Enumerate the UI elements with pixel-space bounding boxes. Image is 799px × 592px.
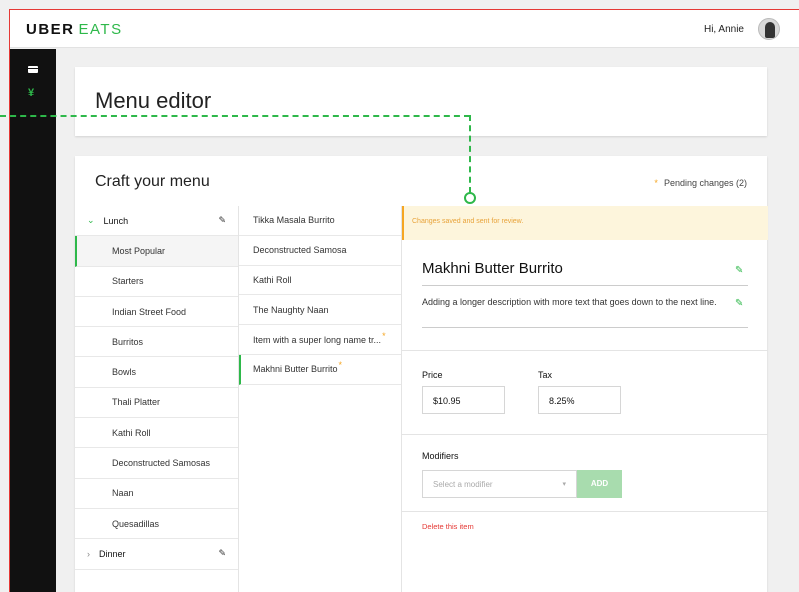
tax-label: Tax: [538, 370, 553, 380]
edit-icon[interactable]: ✎: [735, 298, 743, 309]
price-input[interactable]: $10.95: [422, 386, 505, 414]
divider: [422, 327, 748, 328]
item-detail: Changes saved and sent for review. Makhn…: [402, 206, 768, 592]
divider: [402, 434, 768, 435]
menu-item-selected[interactable]: Makhni Butter Burrito *: [239, 354, 401, 385]
category-item[interactable]: Naan: [75, 479, 238, 509]
fork-knife-icon[interactable]: ¥: [28, 87, 34, 99]
category-item[interactable]: Thali Platter: [75, 388, 238, 419]
menu-item[interactable]: Item with a super long name tr... *: [239, 325, 401, 355]
divider: [402, 511, 768, 512]
add-modifier-button[interactable]: ADD: [577, 470, 622, 498]
category-item[interactable]: Indian Street Food: [75, 297, 238, 328]
category-group-lunch[interactable]: ⌄ Lunch ✎: [75, 206, 238, 237]
chevron-down-icon: ⌄: [87, 215, 95, 226]
category-item[interactable]: Deconstructed Samosas: [75, 448, 238, 479]
status-banner: Changes saved and sent for review.: [402, 206, 768, 240]
category-item[interactable]: Most Popular: [75, 236, 238, 267]
delete-item-link[interactable]: Delete this item: [422, 522, 474, 531]
category-item[interactable]: Bowls: [75, 357, 238, 388]
pending-marker: *: [338, 360, 343, 371]
menu-item[interactable]: Kathi Roll: [239, 266, 401, 296]
annotation-connector-line: [469, 115, 471, 193]
app-frame: UBER EATS Hi, Annie ¥ Menu editor Craft y…: [9, 9, 799, 592]
menu-editor-header: Menu editor: [75, 67, 767, 136]
item-name-field[interactable]: Makhni Butter Burrito: [422, 260, 748, 286]
section-title: Craft your menu: [95, 173, 210, 190]
category-item[interactable]: Burritos: [75, 327, 238, 358]
modifier-select[interactable]: Select a modifier ▾: [422, 470, 577, 498]
chevron-right-icon: ›: [87, 548, 90, 559]
category-list: ⌄ Lunch ✎ Most Popular Starters Indian S…: [75, 206, 239, 592]
page-title: Menu editor: [95, 88, 212, 113]
category-item[interactable]: Kathi Roll: [75, 418, 238, 449]
item-description-field[interactable]: Adding a longer description with more te…: [422, 296, 722, 308]
category-group-dinner[interactable]: › Dinner ✎: [75, 539, 238, 570]
divider: [402, 350, 768, 351]
annotation-connector-line: [0, 115, 470, 117]
menu-item[interactable]: Deconstructed Samosa: [239, 236, 401, 266]
uber-eats-logo[interactable]: UBER EATS: [26, 21, 123, 38]
edit-icon[interactable]: ✎: [218, 548, 226, 559]
card-icon[interactable]: [28, 66, 38, 73]
menu-item[interactable]: The Naughty Naan: [239, 295, 401, 326]
sidebar: ¥: [10, 49, 56, 592]
price-label: Price: [422, 370, 443, 380]
category-item[interactable]: Starters: [75, 267, 238, 297]
edit-icon[interactable]: ✎: [735, 265, 743, 276]
pending-changes[interactable]: * Pending changes (2): [654, 178, 747, 188]
tax-input[interactable]: 8.25%: [538, 386, 621, 414]
edit-icon[interactable]: ✎: [218, 215, 226, 226]
pending-marker: *: [382, 330, 386, 341]
craft-menu-panel: Craft your menu * Pending changes (2) ⌄ L…: [75, 156, 768, 592]
item-list: Tikka Masala Burrito Deconstructed Samos…: [239, 206, 402, 592]
menu-item[interactable]: Tikka Masala Burrito: [239, 206, 401, 236]
category-item[interactable]: Quesadillas: [75, 509, 238, 540]
modifiers-label: Modifiers: [422, 451, 459, 461]
caret-down-icon: ▾: [562, 481, 566, 488]
annotation-marker: [464, 192, 476, 204]
user-greeting: Hi, Annie: [703, 24, 744, 35]
top-bar: UBER EATS Hi, Annie: [10, 10, 799, 48]
avatar[interactable]: [758, 18, 780, 40]
